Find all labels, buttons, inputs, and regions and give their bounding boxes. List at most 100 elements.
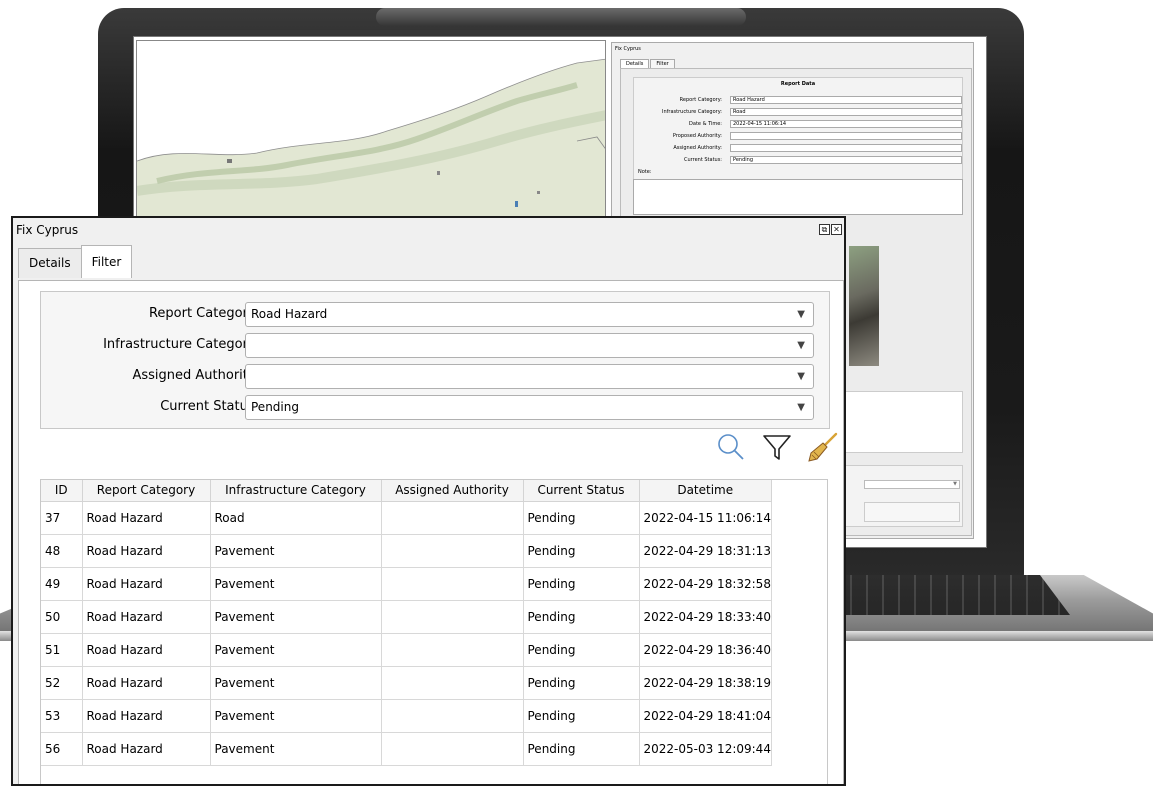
cell-id: 37 (41, 501, 83, 535)
tab-filter[interactable]: Filter (80, 245, 133, 278)
cell-assigned-authority (381, 501, 524, 535)
tab-bar: Details Filter (18, 245, 133, 278)
cell-report-category: Road Hazard (82, 534, 211, 568)
cell-current-status: Pending (523, 501, 640, 535)
broom-icon[interactable] (807, 431, 839, 463)
cell-assigned-authority (381, 732, 524, 766)
bg-field-label: Proposed Authority: (672, 133, 722, 139)
cell-assigned-authority (381, 534, 524, 568)
bg-note-label: Note: (638, 169, 652, 175)
cell-id: 51 (41, 633, 83, 667)
infrastructure-category-combo[interactable]: ▼ (245, 333, 814, 358)
cell-datetime: 2022-04-29 18:32:58 (639, 567, 772, 601)
restore-icon[interactable]: ⧉ (819, 224, 830, 235)
column-header-report-category[interactable]: Report Category (82, 480, 211, 502)
table-row[interactable]: 49 Road Hazard Pavement Pending 2022-04-… (41, 567, 772, 601)
results-table[interactable]: ID Report Category Infrastructure Catego… (40, 479, 828, 784)
table-row[interactable]: 52 Road Hazard Pavement Pending 2022-04-… (41, 666, 772, 700)
bg-note-field[interactable] (633, 179, 963, 215)
cell-current-status: Pending (523, 600, 640, 634)
filter-tab-body: Report Category: Road Hazard ▼ Infrastru… (18, 280, 844, 784)
bg-field-row: Report Category: Road Hazard (634, 96, 962, 105)
report-category-combo[interactable]: Road Hazard ▼ (245, 302, 814, 327)
cell-datetime: 2022-04-29 18:33:40 (639, 600, 772, 634)
cell-datetime: 2022-04-29 18:41:04 (639, 699, 772, 733)
cell-id: 56 (41, 732, 83, 766)
cell-datetime: 2022-04-29 18:36:40 (639, 633, 772, 667)
fix-cyprus-window: Fix Cyprus ⧉ ✕ Details Filter Report Cat… (11, 216, 846, 786)
table-row[interactable]: 48 Road Hazard Pavement Pending 2022-04-… (41, 534, 772, 568)
chevron-down-icon: ▼ (797, 402, 805, 413)
current-status-value: Pending (251, 400, 299, 414)
report-category-label: Report Category: (148, 306, 259, 321)
cell-datetime: 2022-04-29 18:38:19 (639, 666, 772, 700)
bg-field-value[interactable]: Pending (730, 156, 962, 164)
column-header-id[interactable]: ID (41, 480, 83, 502)
column-header-current-status[interactable]: Current Status (523, 480, 640, 502)
cell-infrastructure-category: Road (210, 501, 382, 535)
cell-infrastructure-category: Pavement (210, 534, 382, 568)
map-terrain (137, 58, 605, 219)
cell-report-category: Road Hazard (82, 732, 211, 766)
column-header-infrastructure-category[interactable]: Infrastructure Category (210, 480, 382, 502)
filter-criteria-group: Report Category: Road Hazard ▼ Infrastru… (40, 291, 830, 429)
cell-report-category: Road Hazard (82, 666, 211, 700)
window-controls: ⧉ ✕ (819, 224, 842, 235)
bg-field-value[interactable]: 2022-04-15 11:06:14 (730, 120, 962, 128)
cell-datetime: 2022-05-03 12:09:44 (639, 732, 772, 766)
bg-field-row: Date & Time: 2022-04-15 11:06:14 (634, 120, 962, 129)
cell-assigned-authority (381, 600, 524, 634)
bg-field-row: Proposed Authority: (634, 132, 962, 141)
column-header-assigned-authority[interactable]: Assigned Authority (381, 480, 524, 502)
table-row[interactable]: 50 Road Hazard Pavement Pending 2022-04-… (41, 600, 772, 634)
current-status-combo[interactable]: Pending ▼ (245, 395, 814, 420)
cell-infrastructure-category: Pavement (210, 699, 382, 733)
cell-report-category: Road Hazard (82, 699, 211, 733)
bg-field-value[interactable]: Road Hazard (730, 96, 962, 104)
table-row[interactable]: 51 Road Hazard Pavement Pending 2022-04-… (41, 633, 772, 667)
laptop-keyboard (820, 575, 1070, 615)
filter-row-current-status: Current Status: Pending ▼ (41, 395, 829, 421)
bg-tab-details[interactable]: Details (620, 59, 650, 68)
bg-field-value[interactable] (730, 144, 962, 152)
bg-field-value[interactable]: Road (730, 108, 962, 116)
chevron-down-icon: ▼ (953, 481, 957, 487)
close-icon[interactable]: ✕ (831, 224, 842, 235)
table-header-row: ID Report Category Infrastructure Catego… (41, 480, 772, 502)
cell-current-status: Pending (523, 699, 640, 733)
cell-id: 49 (41, 567, 83, 601)
assigned-authority-combo[interactable]: ▼ (245, 364, 814, 389)
map-view[interactable] (136, 40, 606, 220)
bg-tab-bar: Details Filter (620, 59, 676, 68)
chevron-down-icon: ▼ (797, 309, 805, 320)
filter-row-report-category: Report Category: Road Hazard ▼ (41, 302, 829, 328)
bg-field-label: Report Category: (679, 97, 722, 103)
bg-field-row: Assigned Authority: (634, 144, 962, 153)
cell-report-category: Road Hazard (82, 501, 211, 535)
cell-infrastructure-category: Pavement (210, 600, 382, 634)
cell-current-status: Pending (523, 567, 640, 601)
cell-datetime: 2022-04-29 18:31:13 (639, 534, 772, 568)
search-icon[interactable] (715, 431, 747, 463)
table-row[interactable]: 37 Road Hazard Road Pending 2022-04-15 1… (41, 501, 772, 535)
table-row[interactable]: 53 Road Hazard Pavement Pending 2022-04-… (41, 699, 772, 733)
filter-icon[interactable] (761, 431, 793, 463)
bg-field-value[interactable] (730, 132, 962, 140)
bg-authority-combo[interactable]: ▼ (864, 480, 960, 489)
cell-infrastructure-category: Pavement (210, 567, 382, 601)
cell-infrastructure-category: Pavement (210, 633, 382, 667)
table-row[interactable]: 56 Road Hazard Pavement Pending 2022-05-… (41, 732, 772, 766)
bg-field-label: Infrastructure Category: (662, 109, 722, 115)
assigned-authority-label: Assigned Authority: (132, 368, 259, 383)
bg-report-data-heading: Report Data (780, 81, 816, 87)
column-header-datetime[interactable]: Datetime (639, 480, 772, 502)
infrastructure-category-label: Infrastructure Category: (103, 337, 259, 352)
tab-details[interactable]: Details (18, 248, 82, 278)
bg-tab-filter[interactable]: Filter (650, 59, 675, 68)
bg-report-photo (849, 246, 879, 366)
cell-assigned-authority (381, 567, 524, 601)
cell-current-status: Pending (523, 666, 640, 700)
cell-assigned-authority (381, 666, 524, 700)
filter-row-infrastructure-category: Infrastructure Category: ▼ (41, 333, 829, 359)
cell-id: 53 (41, 699, 83, 733)
